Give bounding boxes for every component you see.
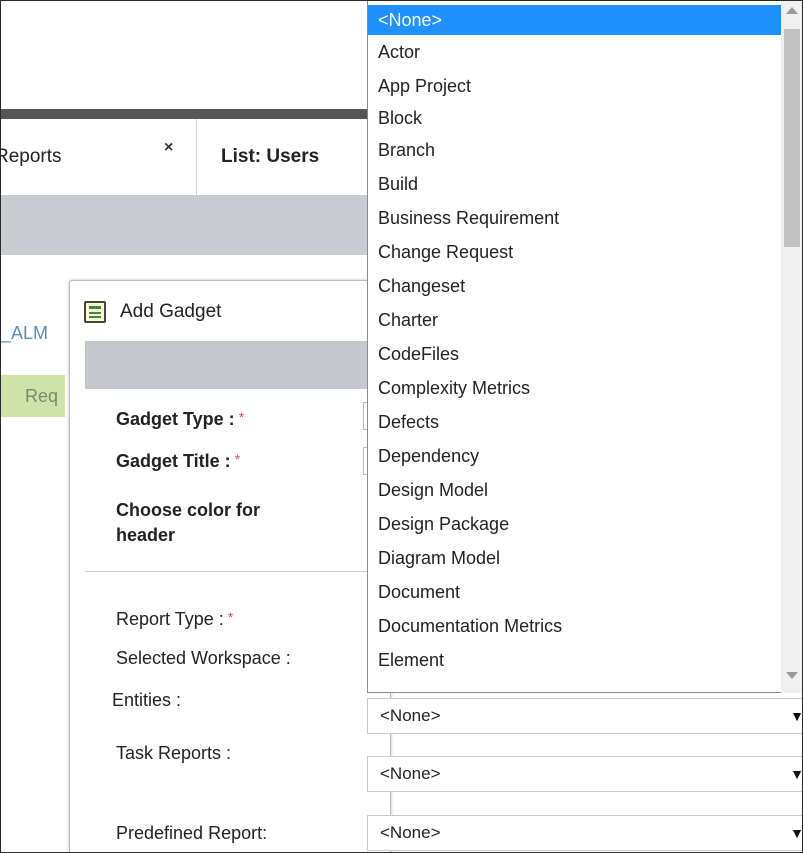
tab-list-users-label: List: Users xyxy=(221,146,320,167)
dropdown-option[interactable]: Build xyxy=(368,167,781,201)
required-marker: * xyxy=(238,409,245,425)
screenshot-frame: Reports × List: Users _ALM Req Add Gadge… xyxy=(0,0,803,853)
close-icon[interactable]: × xyxy=(164,139,173,157)
chevron-down-icon[interactable]: ▼ xyxy=(790,825,802,841)
predefined-report-select-value: <None> xyxy=(380,823,441,842)
background-tag: Req xyxy=(1,375,65,417)
choose-color-label-line2: header xyxy=(116,525,176,545)
dropdown-option[interactable]: Design Model xyxy=(368,473,781,507)
app-header-bar xyxy=(1,109,367,119)
dropdown-option[interactable]: CodeFiles xyxy=(368,337,781,371)
background-tag-label: Req xyxy=(25,385,59,406)
required-marker: * xyxy=(227,609,234,625)
report-type-dropdown[interactable]: <None> Actor App Project Block Branch Bu… xyxy=(367,1,802,693)
dropdown-options: <None> Actor App Project Block Branch Bu… xyxy=(368,1,781,677)
dialog-title-bar: Add Gadget xyxy=(84,295,221,329)
dialog-divider xyxy=(85,571,390,572)
dropdown-option[interactable]: Change Request xyxy=(368,235,781,269)
dropdown-option[interactable]: Design Package xyxy=(368,507,781,541)
dropdown-option-none[interactable]: <None> xyxy=(368,5,781,35)
scroll-down-icon[interactable] xyxy=(786,672,798,679)
dropdown-option[interactable]: Changeset xyxy=(368,269,781,303)
choose-color-label: Choose color for xyxy=(116,500,261,520)
predefined-report-label: Predefined Report: xyxy=(116,823,268,843)
scrollbar-thumb[interactable] xyxy=(784,29,800,247)
background-link[interactable]: _ALM xyxy=(1,323,48,344)
report-type-label: Report Type : * xyxy=(116,609,234,629)
task-reports-select-value: <None> xyxy=(380,764,441,783)
dropdown-option[interactable]: Charter xyxy=(368,303,781,337)
entities-select-value: <None> xyxy=(380,706,441,725)
dropdown-option[interactable]: App Project xyxy=(368,69,781,103)
selected-workspace-label: Selected Workspace : xyxy=(116,648,291,668)
dropdown-option[interactable]: Complexity Metrics xyxy=(368,371,781,405)
dropdown-option[interactable]: Dependency xyxy=(368,439,781,473)
dropdown-option[interactable]: Block xyxy=(368,103,781,133)
dropdown-option[interactable]: Diagram Model xyxy=(368,541,781,575)
dropdown-option[interactable]: Actor xyxy=(368,35,781,69)
dropdown-option[interactable]: Element xyxy=(368,643,781,677)
dropdown-option[interactable]: Business Requirement xyxy=(368,201,781,235)
entities-label: Entities : xyxy=(112,690,182,710)
chevron-down-icon[interactable]: ▼ xyxy=(790,766,802,782)
add-gadget-dialog: Add Gadget Gadget Type : * Gadget Title :… xyxy=(69,280,391,852)
tab-strip: Reports × List: Users xyxy=(1,119,367,195)
gadget-icon xyxy=(84,301,106,323)
dropdown-option[interactable]: Branch xyxy=(368,133,781,167)
dropdown-option[interactable]: Defects xyxy=(368,405,781,439)
dropdown-option[interactable]: Documentation Metrics xyxy=(368,609,781,643)
gadget-type-label: Gadget Type : * xyxy=(116,409,245,429)
dropdown-option[interactable]: Document xyxy=(368,575,781,609)
tab-reports-label: Reports xyxy=(0,146,62,167)
task-reports-label: Task Reports : xyxy=(116,743,232,763)
scroll-up-icon[interactable] xyxy=(786,7,798,14)
task-reports-select[interactable]: <None> ▼ xyxy=(367,756,802,792)
entities-select[interactable]: <None> ▼ xyxy=(367,698,802,734)
tab-list-users[interactable]: List: Users xyxy=(197,119,367,195)
toolbar-band xyxy=(1,195,367,255)
dialog-title: Add Gadget xyxy=(120,301,222,322)
chevron-down-icon[interactable]: ▼ xyxy=(790,708,802,724)
gadget-title-label: Gadget Title : * xyxy=(116,451,241,471)
dropdown-scrollbar[interactable] xyxy=(781,1,802,693)
predefined-report-select[interactable]: <None> ▼ xyxy=(367,815,802,851)
tab-reports[interactable]: Reports × xyxy=(1,119,197,195)
dialog-header-band xyxy=(85,341,390,389)
required-marker: * xyxy=(234,451,241,467)
